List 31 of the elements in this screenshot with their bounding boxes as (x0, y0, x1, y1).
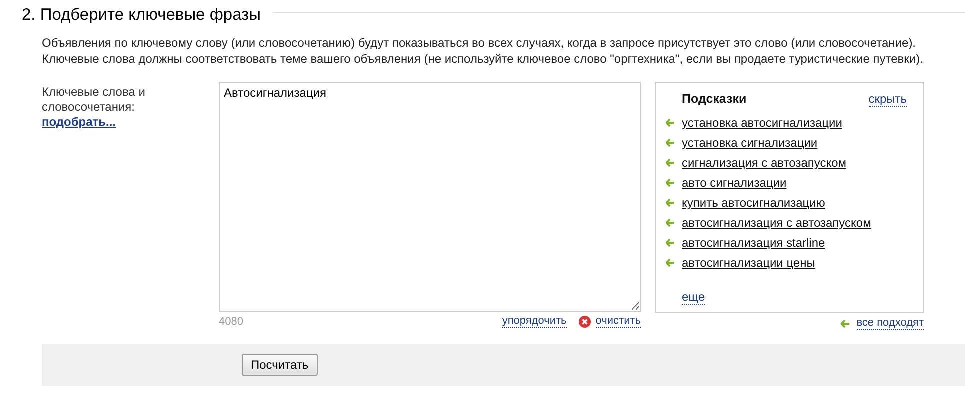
hint-link[interactable]: купить автосигнализацию (682, 196, 826, 210)
pick-link[interactable]: подобрать... (42, 115, 116, 129)
calculate-button[interactable]: Посчитать (242, 354, 318, 376)
hints-title: Подсказки (682, 92, 747, 107)
all-fit-link[interactable]: все подходят (856, 317, 924, 330)
hint-link[interactable]: установка автосигнализации (682, 116, 842, 130)
clear-icon (578, 316, 591, 328)
hint-link[interactable]: автосигнализация starline (682, 236, 826, 250)
arrow-left-icon (840, 320, 850, 328)
hide-link[interactable]: скрыть (868, 92, 907, 107)
hint-link[interactable]: автосигнализация с автозапуском (682, 216, 872, 230)
arrow-left-icon (666, 219, 675, 227)
more-link[interactable]: еще (682, 290, 706, 305)
clear-link[interactable]: очистить (596, 315, 641, 328)
hint-link[interactable]: сигнализация с автозапуском (682, 156, 847, 170)
arrow-left-icon (666, 199, 675, 207)
char-counter: 4080 (219, 316, 244, 328)
hint-link[interactable]: авто сигнализации (682, 176, 787, 190)
arrow-left-icon (666, 239, 675, 247)
hint-link[interactable]: автосигнализации цены (682, 256, 816, 270)
arrow-left-icon (666, 139, 675, 147)
hint-link[interactable]: установка сигнализации (682, 136, 818, 150)
arrow-left-icon (666, 119, 675, 127)
keywords-field[interactable]: Автосигнализация (219, 82, 641, 312)
arrow-left-icon (666, 259, 675, 267)
arrow-left-icon (666, 159, 675, 167)
sort-link[interactable]: упорядочить (502, 315, 567, 328)
section-heading: 2. Подберите ключевые фразы (22, 6, 261, 25)
description-text: Объявления по ключевому слову (или словосочетанию) будут показываться во всех случаях, когда в запросе присутствует это слово (или словосочетание). Ключевые слова должны соответствовать теме вашего объявления (не используйте ключевое слово "оргтехника", если вы продаете туристические путевки). (42, 35, 924, 67)
field-label: Ключевые слова и словосочетания: (42, 85, 146, 115)
arrow-left-icon (666, 179, 675, 187)
